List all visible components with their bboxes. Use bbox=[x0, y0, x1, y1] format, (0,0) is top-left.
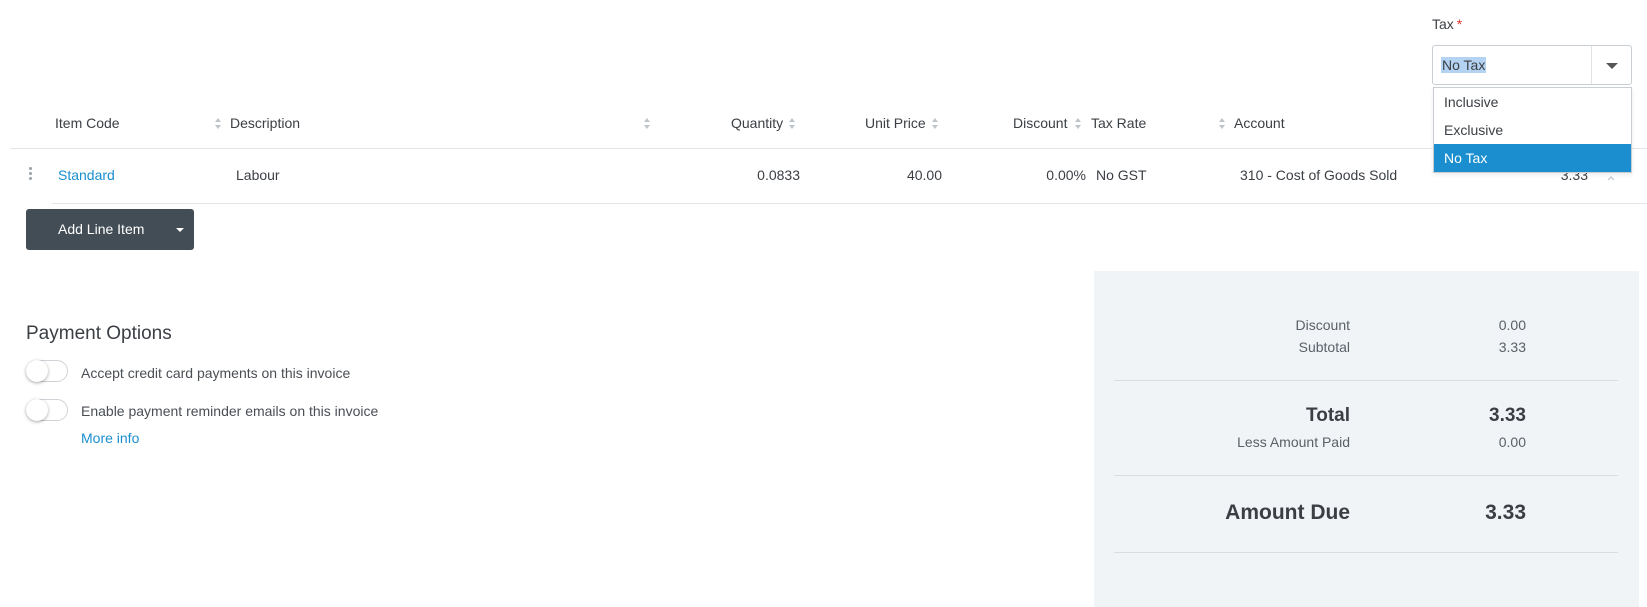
drag-handle-icon[interactable] bbox=[29, 167, 33, 183]
more-info-link[interactable]: More info bbox=[81, 430, 139, 446]
header-quantity[interactable]: Quantity bbox=[731, 115, 783, 131]
less-amount-paid-label: Less Amount Paid bbox=[1237, 434, 1350, 450]
total-value: 3.33 bbox=[1489, 405, 1526, 426]
amount-due-label: Amount Due bbox=[1225, 501, 1350, 524]
reminder-toggle[interactable] bbox=[26, 399, 68, 421]
sort-icon[interactable] bbox=[932, 117, 940, 131]
tax-select-value[interactable]: No Tax bbox=[1441, 57, 1487, 73]
tax-label: Tax * bbox=[1432, 16, 1462, 32]
discount-total-label: Discount bbox=[1295, 317, 1350, 333]
discount-total-value: 0.00 bbox=[1498, 317, 1526, 333]
tax-option-no-tax[interactable]: No Tax bbox=[1434, 144, 1631, 172]
amount-due-value: 3.33 bbox=[1485, 501, 1526, 524]
credit-card-toggle[interactable] bbox=[26, 360, 68, 382]
caret-down-icon bbox=[176, 228, 184, 232]
tax-select[interactable]: No Tax bbox=[1432, 45, 1632, 85]
subtotal-value: 3.33 bbox=[1498, 339, 1526, 355]
tax-option-inclusive[interactable]: Inclusive bbox=[1434, 88, 1631, 116]
sort-icon[interactable] bbox=[1075, 117, 1083, 131]
sort-icon[interactable] bbox=[789, 117, 797, 131]
less-amount-paid-value: 0.00 bbox=[1498, 434, 1526, 450]
sort-icon[interactable] bbox=[1219, 117, 1227, 131]
header-unit-price[interactable]: Unit Price bbox=[865, 115, 926, 131]
chevron-down-icon bbox=[1606, 63, 1618, 69]
header-account[interactable]: Account bbox=[1234, 115, 1285, 131]
row-divider bbox=[52, 203, 1647, 204]
tax-select-toggle[interactable] bbox=[1591, 46, 1631, 84]
discount-cell[interactable]: 0.00% bbox=[988, 167, 1086, 183]
header-divider bbox=[10, 148, 1647, 149]
reminder-label: Enable payment reminder emails on this i… bbox=[81, 403, 379, 419]
totals-divider bbox=[1114, 380, 1618, 381]
subtotal-label: Subtotal bbox=[1298, 339, 1350, 355]
toggle-knob bbox=[26, 399, 48, 421]
add-line-item-label: Add Line Item bbox=[58, 221, 145, 237]
add-line-item-button[interactable]: Add Line Item bbox=[26, 209, 194, 250]
header-item-code[interactable]: Item Code bbox=[55, 115, 120, 131]
header-discount[interactable]: Discount bbox=[1013, 115, 1067, 131]
sort-icon[interactable] bbox=[644, 117, 652, 131]
payment-options-title: Payment Options bbox=[26, 323, 172, 344]
required-marker: * bbox=[1456, 16, 1463, 32]
description-cell[interactable]: Labour bbox=[236, 167, 280, 183]
item-code-link[interactable]: Standard bbox=[58, 167, 115, 183]
credit-card-label: Accept credit card payments on this invo… bbox=[81, 365, 351, 381]
account-cell[interactable]: 310 - Cost of Goods Sold bbox=[1240, 167, 1397, 183]
unit-price-cell[interactable]: 40.00 bbox=[842, 167, 942, 183]
tax-label-text: Tax bbox=[1432, 16, 1454, 32]
header-tax-rate[interactable]: Tax Rate bbox=[1091, 115, 1146, 131]
totals-divider bbox=[1114, 475, 1618, 476]
quantity-cell[interactable]: 0.0833 bbox=[700, 167, 800, 183]
tax-dropdown-menu: Inclusive Exclusive No Tax bbox=[1433, 87, 1632, 173]
header-description[interactable]: Description bbox=[230, 115, 300, 131]
totals-divider bbox=[1114, 552, 1618, 553]
total-label: Total bbox=[1306, 405, 1350, 426]
toggle-knob bbox=[26, 360, 48, 382]
tax-option-exclusive[interactable]: Exclusive bbox=[1434, 116, 1631, 144]
sort-icon[interactable] bbox=[215, 117, 223, 131]
tax-rate-cell[interactable]: No GST bbox=[1096, 167, 1147, 183]
